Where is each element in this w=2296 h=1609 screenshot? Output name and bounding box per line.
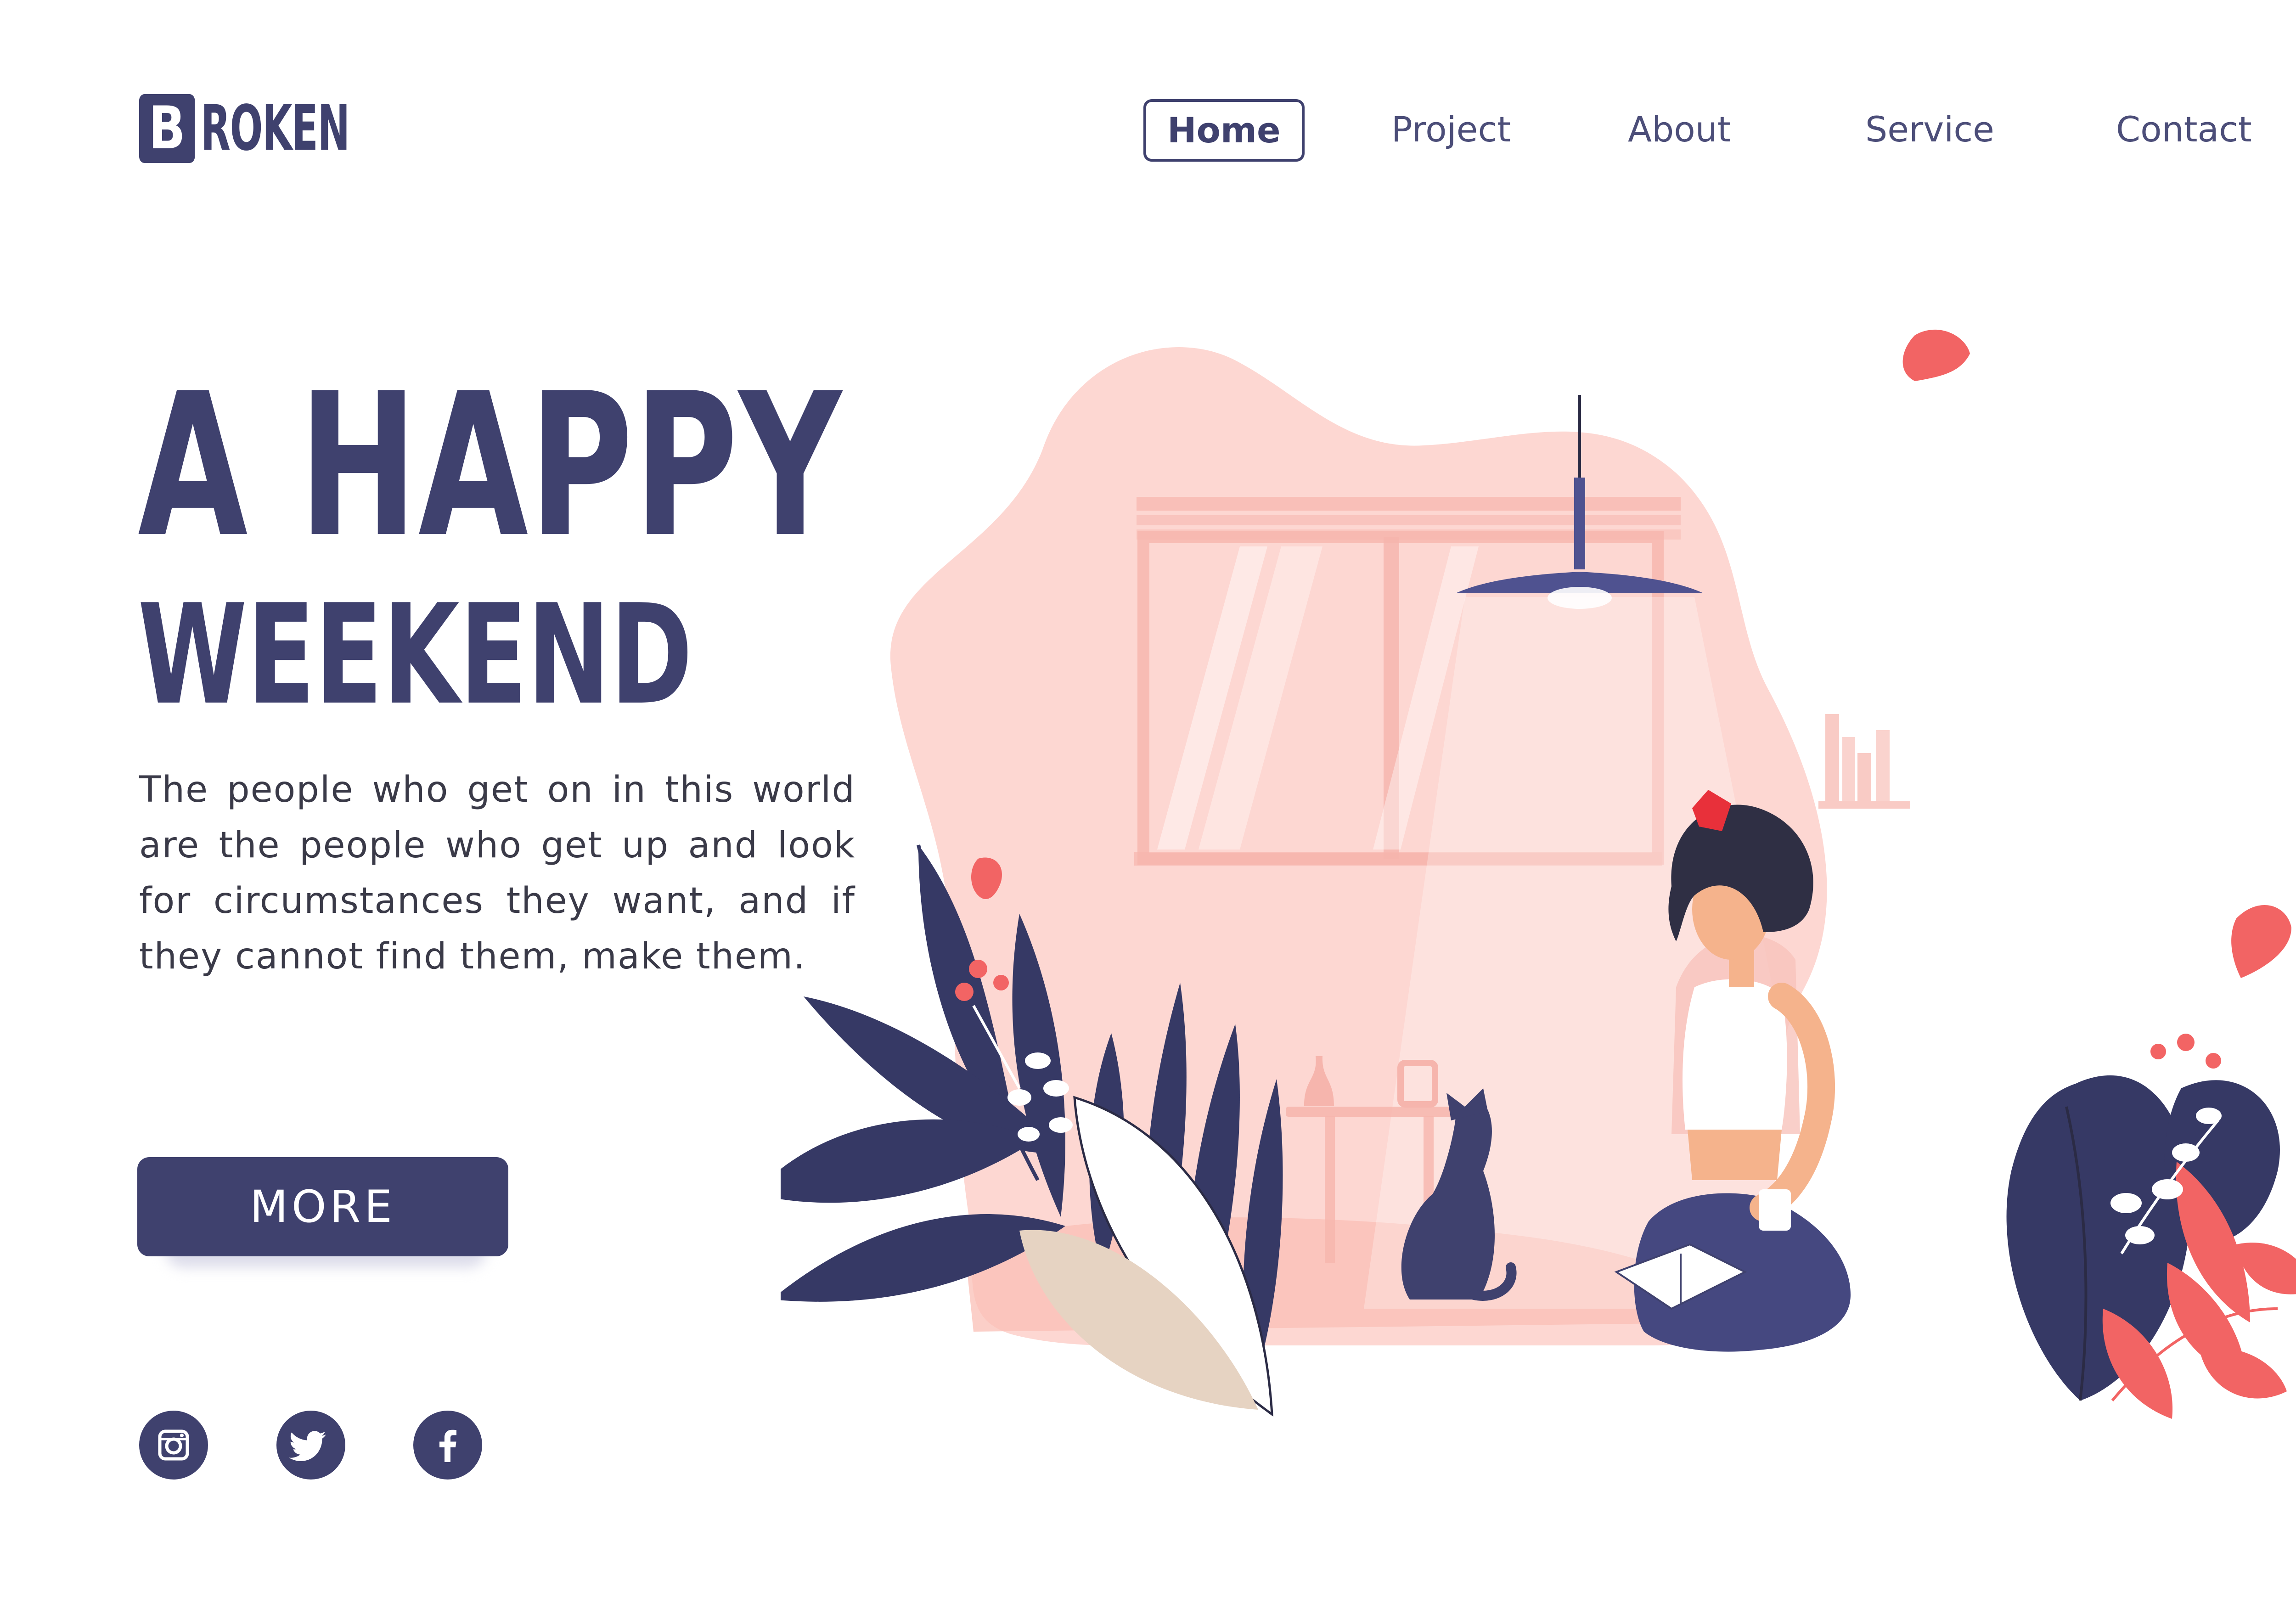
book-1 xyxy=(1825,714,1839,801)
side-table-top xyxy=(1286,1107,1465,1117)
nav-item-home[interactable]: Home xyxy=(1143,99,1305,162)
plant-right xyxy=(2006,1034,2296,1419)
nav-item-contact[interactable]: Contact xyxy=(2116,99,2252,160)
landing-page: B ROKEN Home Project About Service Conta… xyxy=(0,0,2296,1609)
main-nav: Home Project About Service Contact xyxy=(1143,99,2259,163)
logo-word: ROKEN xyxy=(201,92,350,165)
instagram-icon xyxy=(158,1429,189,1461)
logo[interactable]: B ROKEN xyxy=(139,94,440,163)
bookshelf xyxy=(1818,801,1910,809)
facebook-button[interactable] xyxy=(413,1411,482,1480)
petal-right xyxy=(2231,905,2291,978)
side-table-leg-left xyxy=(1325,1116,1335,1263)
lamp-stem xyxy=(1574,478,1585,569)
more-button[interactable]: MORE xyxy=(137,1157,508,1256)
hero-illustration xyxy=(781,298,2296,1492)
hero-paragraph: The people who get on in this world are … xyxy=(139,769,855,977)
window-blind-top xyxy=(1137,497,1681,511)
twitter-icon xyxy=(289,1431,326,1461)
nav-item-service[interactable]: Service xyxy=(1865,99,1994,160)
instagram-button[interactable] xyxy=(139,1411,208,1480)
book-3 xyxy=(1857,753,1871,801)
hero-illustration-svg xyxy=(781,329,2296,1419)
logo-mark: B xyxy=(139,94,195,163)
book-2 xyxy=(1842,737,1855,801)
hero-title-line2: WEEKEND xyxy=(138,575,693,735)
nav-item-about[interactable]: About xyxy=(1628,99,1731,160)
nav-item-project[interactable]: Project xyxy=(1391,99,1511,160)
petal-top xyxy=(1902,329,1970,381)
window-blind-mid xyxy=(1137,515,1681,525)
book-4 xyxy=(1876,730,1890,801)
hero-title-line1: A HAPPY xyxy=(138,351,843,581)
twitter-button[interactable] xyxy=(276,1411,345,1480)
side-table-leg-right xyxy=(1424,1116,1434,1208)
facebook-icon xyxy=(439,1429,456,1462)
